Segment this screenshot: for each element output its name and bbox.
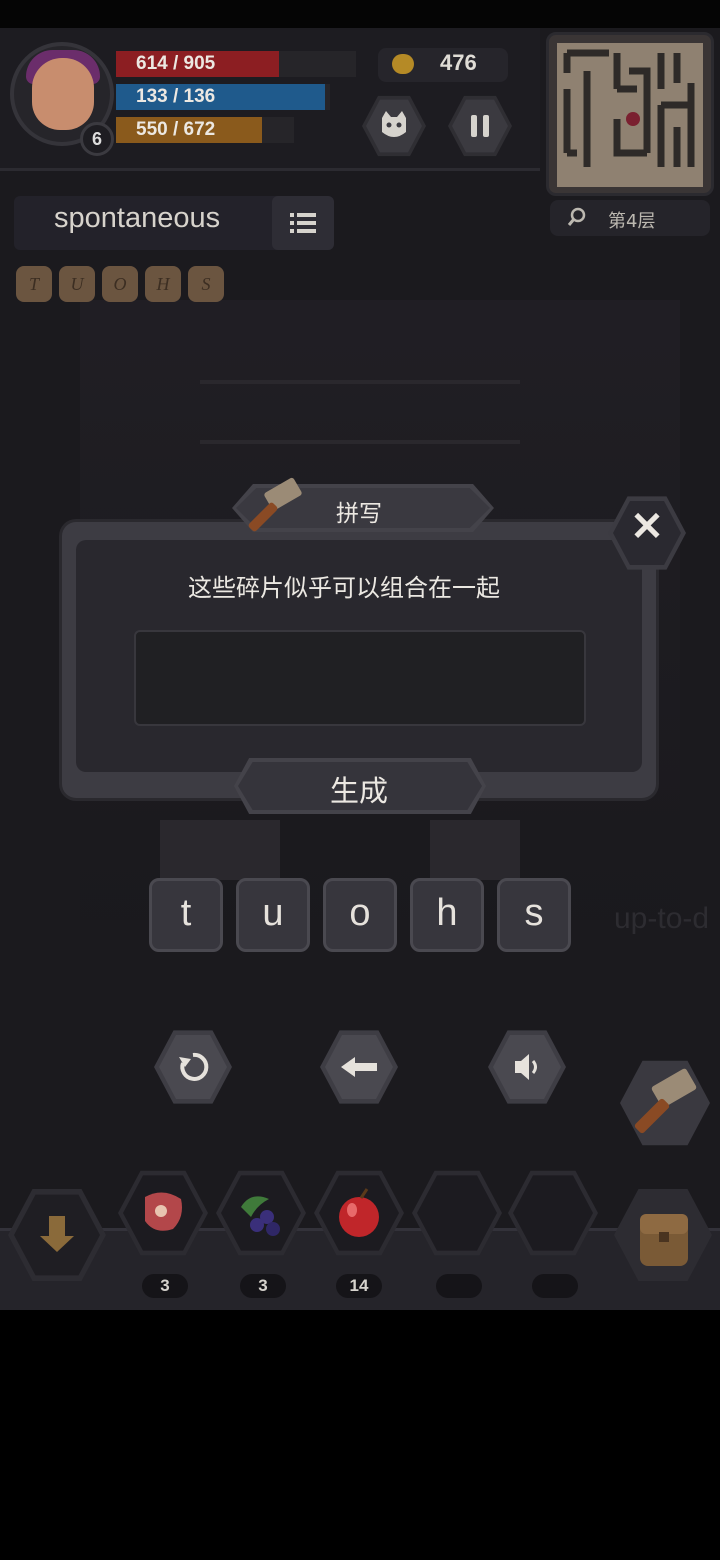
- pet-button-face: [366, 99, 422, 153]
- word-list-button[interactable]: [272, 196, 334, 250]
- item-count: 3: [240, 1274, 286, 1298]
- letter-tile[interactable]: o: [323, 878, 397, 952]
- item-slot-face: [513, 1175, 593, 1251]
- apple-icon: [339, 1188, 379, 1237]
- hammer-icon: [248, 477, 302, 532]
- xp-text: 550 / 672: [136, 119, 216, 140]
- sound-button[interactable]: [488, 1030, 566, 1104]
- level-badge: 6: [80, 122, 114, 156]
- fragment-tile: O: [102, 266, 138, 302]
- fragment-tile: H: [145, 266, 181, 302]
- backspace-button[interactable]: [320, 1030, 398, 1104]
- fragment-tile: S: [188, 266, 224, 302]
- floor-label: 第4层: [608, 211, 656, 232]
- spelling-input[interactable]: [134, 630, 586, 726]
- reset-button[interactable]: [154, 1030, 232, 1104]
- letter-tile[interactable]: s: [497, 878, 571, 952]
- hero-face: [32, 58, 94, 130]
- arrow-down-icon: [40, 1216, 74, 1252]
- mp-bar: 133 / 136: [116, 84, 330, 110]
- pause-button-face: [452, 99, 508, 153]
- item-slot-face: [417, 1175, 497, 1251]
- letter-tile[interactable]: t: [149, 878, 223, 952]
- reset-button-face: [159, 1035, 227, 1099]
- status-strip: [0, 0, 720, 28]
- fragment-tile: U: [59, 266, 95, 302]
- item-slot-face: [221, 1175, 301, 1251]
- wall-line: [200, 380, 520, 384]
- wall-block: [430, 820, 520, 880]
- berries-icon: [241, 1196, 280, 1236]
- xp-bar: 550 / 672: [116, 117, 294, 143]
- rotate-icon: [179, 1052, 209, 1081]
- cat-face-icon: [382, 111, 406, 137]
- wall-line: [200, 440, 520, 444]
- speaker-icon: [515, 1054, 537, 1080]
- descend-button-face: [14, 1194, 100, 1276]
- minimap-maze: [557, 43, 703, 187]
- list-icon: [290, 213, 316, 233]
- hp-bar: 614 / 905: [116, 51, 356, 77]
- letter-tile[interactable]: u: [236, 878, 310, 952]
- target-word: spontaneous: [54, 202, 221, 234]
- item-slot-face: [319, 1175, 399, 1251]
- fragment-tile: T: [16, 266, 52, 302]
- wall-block: [160, 820, 280, 880]
- game-screen: 6 614 / 905 133 / 136 550 / 672 476 第4层 …: [0, 0, 720, 1310]
- generate-label: 生成: [330, 774, 389, 808]
- arrow-left-icon: [341, 1057, 377, 1077]
- minimap[interactable]: [546, 32, 714, 196]
- backspace-button-face: [325, 1035, 393, 1099]
- meat-icon: [145, 1192, 182, 1231]
- dialog-title: 拼写: [336, 501, 382, 527]
- letter-tile[interactable]: h: [410, 878, 484, 952]
- background-hint-text: up-to-d: [614, 902, 710, 935]
- coin-icon: [392, 54, 414, 74]
- gold-amount: 476: [440, 50, 477, 75]
- search-icon: [567, 207, 586, 226]
- item-slot-face: [123, 1175, 203, 1251]
- item-count: [436, 1274, 482, 1298]
- item-count: 14: [336, 1274, 382, 1298]
- item-count: [532, 1274, 578, 1298]
- hp-text: 614 / 905: [136, 53, 216, 74]
- pause-icon: [471, 115, 489, 137]
- hammer-icon: [634, 1068, 697, 1134]
- dialog-message: 这些碎片似乎可以组合在一起: [188, 574, 500, 602]
- forge-button[interactable]: [620, 1060, 710, 1146]
- item-count: 3: [142, 1274, 188, 1298]
- sound-button-face: [493, 1035, 561, 1099]
- mp-text: 133 / 136: [136, 86, 216, 107]
